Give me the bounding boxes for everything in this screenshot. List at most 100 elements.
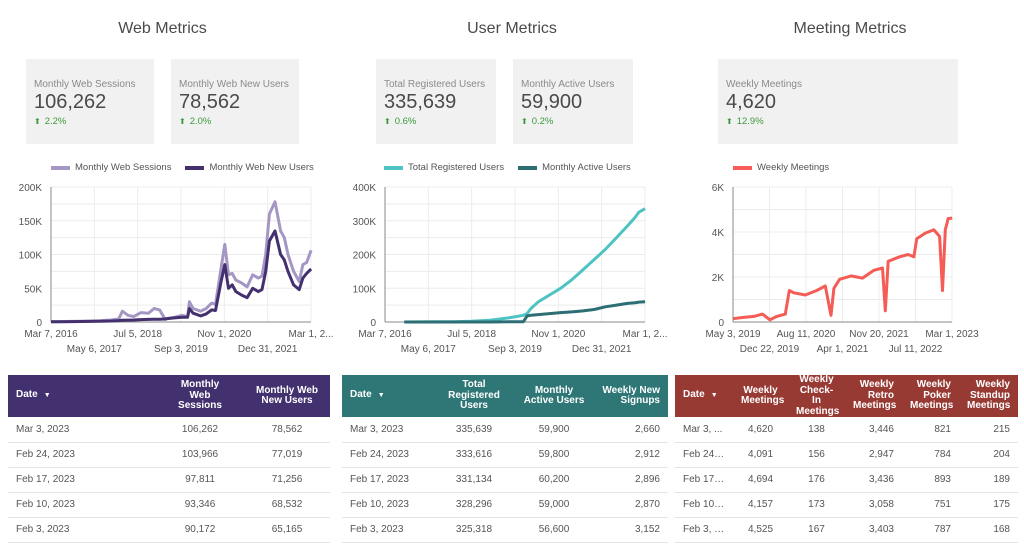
header-label: New Users <box>261 395 313 406</box>
x-tick-label: Jul 5, 2018 <box>447 329 496 340</box>
cell-date: Feb 24, 2023 <box>8 442 156 468</box>
header-label: Monthly <box>534 384 574 396</box>
y-tick-label: 400K <box>353 183 377 194</box>
column-header[interactable]: Weekly Check-In Meetings <box>788 374 845 417</box>
meeting-metrics-chart[interactable]: 0 2K 4K 6K May 3, 2019 Aug 11, 2020 Nov 20, 20… <box>705 183 979 355</box>
table-row[interactable]: Mar 3, ... 4,620 138 3,446 821 215 <box>675 417 1018 443</box>
cell-value: 3,152 <box>594 517 668 543</box>
column-header[interactable]: Weekly New Signups <box>594 375 668 417</box>
cell-value: 3,058 <box>845 492 902 518</box>
cell-value: 333,616 <box>434 442 514 468</box>
header-label: Monthly <box>180 379 220 391</box>
x-tick-label: Nov 1, 2020 <box>531 329 585 340</box>
column-header-date[interactable]: Date ▼ <box>342 375 434 417</box>
cell-date: Mar 3, 2023 <box>8 417 156 443</box>
cell-date: Feb 17, ... <box>675 467 733 493</box>
y-tick-label: 50K <box>24 284 42 295</box>
sort-desc-icon[interactable]: ▼ <box>44 392 51 399</box>
column-header[interactable]: Monthly Web Sessions <box>156 375 244 417</box>
table-row[interactable]: Feb 10, ... 4,157 173 3,058 751 175 <box>675 492 1018 518</box>
header-label: Signups <box>620 395 660 406</box>
cell-date: Mar 3, 2023 <box>342 417 434 443</box>
cell-date: Feb 17, 2023 <box>342 467 434 493</box>
y-tick-label: 2K <box>712 273 725 284</box>
header-label: Meetings <box>853 400 897 412</box>
column-header[interactable]: Monthly Active Users <box>514 375 594 417</box>
cell-value: 65,165 <box>244 517 330 543</box>
header-label: Check-In <box>799 384 834 406</box>
column-header[interactable]: Weekly Meetings <box>733 375 788 417</box>
cell-value: 4,620 <box>733 417 788 443</box>
header-label: Total <box>462 379 486 391</box>
header-label: Web <box>189 389 211 401</box>
y-tick-label: 200K <box>353 251 377 262</box>
cell-value: 93,346 <box>156 492 244 518</box>
header-label: Monthly Web <box>255 384 319 396</box>
cell-value: 176 <box>788 467 845 493</box>
table-row[interactable]: Feb 17, ... 4,694 176 3,436 893 189 <box>675 467 1018 493</box>
cell-value: 2,947 <box>845 442 902 468</box>
column-header[interactable]: Weekly Standup Meetings <box>959 375 1018 417</box>
column-header[interactable]: Weekly Retro Meetings <box>845 375 902 417</box>
column-header[interactable]: Weekly Poker Meetings <box>902 375 959 417</box>
column-header-date[interactable]: Date ▼ <box>675 375 733 417</box>
cell-date: Feb 3, 2023 <box>8 517 156 543</box>
table-row[interactable]: Feb 3, 2... 4,525 167 3,403 787 168 <box>675 517 1018 543</box>
sort-desc-icon[interactable]: ▼ <box>711 392 718 399</box>
cell-value: 59,900 <box>514 417 594 443</box>
y-tick-label: 150K <box>19 217 43 228</box>
web-metrics-table: Date ▼ Monthly Web Sessions Monthly Web New Us… <box>8 375 330 543</box>
cell-value: 893 <box>902 467 959 493</box>
cell-value: 331,134 <box>434 467 514 493</box>
column-header[interactable]: Monthly Web New Users <box>244 375 330 417</box>
table-row[interactable]: Feb 17, 2023 331,134 60,200 2,896 <box>342 467 668 493</box>
table-row[interactable]: Feb 24, 2023 103,966 77,019 <box>8 442 330 468</box>
cell-value: 56,600 <box>514 517 594 543</box>
sort-desc-icon[interactable]: ▼ <box>378 392 385 399</box>
table-row[interactable]: Mar 3, 2023 106,262 78,562 <box>8 417 330 443</box>
y-tick-label: 6K <box>712 183 725 194</box>
table-header-row: Date ▼ Monthly Web Sessions Monthly Web New Us… <box>8 375 330 417</box>
header-label: Standup <box>970 389 1010 401</box>
x-tick-label: Jul 5, 2018 <box>113 329 162 340</box>
column-header-date[interactable]: Date ▼ <box>8 375 156 417</box>
cell-value: 60,200 <box>514 467 594 493</box>
y-tick-label: 100K <box>19 251 43 262</box>
cell-value: 215 <box>959 417 1018 443</box>
table-row[interactable]: Feb 3, 2023 325,318 56,600 3,152 <box>342 517 668 543</box>
x-tick-label: Dec 22, 2019 <box>740 344 800 355</box>
table-row[interactable]: Feb 10, 2023 328,296 59,000 2,870 <box>342 492 668 518</box>
x-tick-label: Dec 31, 2021 <box>572 344 632 355</box>
cell-value: 3,403 <box>845 517 902 543</box>
header-label: Meetings <box>967 400 1011 412</box>
web-metrics-chart[interactable]: 0 50K 100K 150K 200K Mar 7, 2016 Jul 5, 2018 No… <box>19 183 334 355</box>
table-header-row: Date ▼ Weekly Meetings Weekly Check-In Meeting… <box>675 374 1018 417</box>
cell-value: 3,446 <box>845 417 902 443</box>
x-tick-label: Nov 1, 2020 <box>197 329 251 340</box>
x-tick-label: Jul 11, 2022 <box>889 344 943 355</box>
cell-value: 787 <box>902 517 959 543</box>
table-row[interactable]: Feb 24, ... 4,091 156 2,947 784 204 <box>675 442 1018 468</box>
table-row[interactable]: Feb 17, 2023 97,811 71,256 <box>8 467 330 493</box>
cell-date: Feb 3, 2023 <box>342 517 434 543</box>
user-metrics-chart[interactable]: 0 100K 200K 300K 400K Mar 7, 2016 Jul 5, 2018 N… <box>353 183 668 355</box>
y-tick-label: 0 <box>718 318 724 329</box>
header-label: Retro <box>867 389 894 401</box>
cell-value: 156 <box>788 442 845 468</box>
cell-value: 325,318 <box>434 517 514 543</box>
table-row[interactable]: Feb 24, 2023 333,616 59,800 2,912 <box>342 442 668 468</box>
cell-value: 138 <box>788 417 845 443</box>
table-row[interactable]: Feb 3, 2023 90,172 65,165 <box>8 517 330 543</box>
cell-value: 2,870 <box>594 492 668 518</box>
cell-value: 751 <box>902 492 959 518</box>
table-row[interactable]: Feb 10, 2023 93,346 68,532 <box>8 492 330 518</box>
cell-value: 168 <box>959 517 1018 543</box>
cell-value: 103,966 <box>156 442 244 468</box>
cell-value: 59,800 <box>514 442 594 468</box>
column-header[interactable]: Total Registered Users <box>434 375 514 417</box>
cell-date: Mar 3, ... <box>675 417 733 443</box>
table-row[interactable]: Mar 3, 2023 335,639 59,900 2,660 <box>342 417 668 443</box>
meeting-metrics-table: Date ▼ Weekly Meetings Weekly Check-In Meeting… <box>675 374 1018 543</box>
cell-value: 204 <box>959 442 1018 468</box>
header-label: Registered <box>448 389 500 401</box>
